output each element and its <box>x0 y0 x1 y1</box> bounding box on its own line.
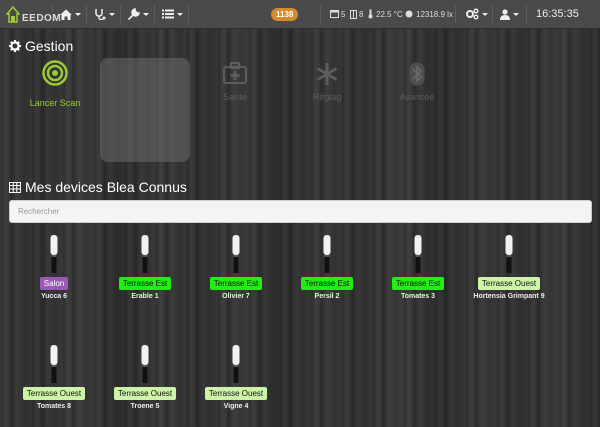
cogs-icon <box>466 8 479 20</box>
light-readout: 12318.9 lx <box>405 0 453 28</box>
flower-sensor-icon <box>232 235 240 273</box>
health-label: Santé <box>223 92 247 102</box>
logo-text: EEDOM <box>22 12 62 24</box>
stethoscope-icon <box>95 9 106 20</box>
flower-sensor-icon <box>323 235 331 273</box>
room-tag: Terrasse Est <box>300 277 354 290</box>
medkit-icon <box>223 62 247 84</box>
device-card[interactable]: Terrasse Ouest Hortensia Grimpant 9 <box>464 235 554 300</box>
device-name: Tomates 3 <box>400 293 436 300</box>
navbar: EEDOM 1138 5 8 22.5 °C 12318.9 lx 16:35:… <box>0 0 600 29</box>
device-name: Hortensia Grimpant 9 <box>473 293 545 300</box>
tools-menu[interactable] <box>128 0 149 28</box>
health-button[interactable]: Santé <box>210 62 260 102</box>
settings-menu[interactable] <box>465 0 488 28</box>
devices-title: Mes devices Blea Connus <box>9 179 187 195</box>
plugins-menu[interactable] <box>162 0 183 28</box>
clock: 16:35:35 <box>536 8 579 20</box>
flower-sensor-icon <box>50 345 58 383</box>
thermometer-icon <box>368 9 373 19</box>
flower-sensor-icon <box>414 235 422 273</box>
config-label: Réglag <box>312 92 342 102</box>
scan-label: Lancer Scan <box>29 98 81 108</box>
user-menu[interactable] <box>500 0 519 28</box>
device-name: Olivier 7 <box>222 293 250 300</box>
device-name: Yucca 6 <box>40 293 68 300</box>
search-input[interactable] <box>9 200 592 223</box>
room-tag: Salon <box>39 277 69 290</box>
room-tag: Terrasse Est <box>391 277 445 290</box>
window-icon <box>330 10 339 18</box>
device-card[interactable]: Salon Yucca 6 <box>9 235 99 300</box>
device-card[interactable]: Terrasse Est Olivier 7 <box>191 235 281 300</box>
door-icon <box>350 9 357 19</box>
device-card[interactable]: Terrasse Ouest Vigne 4 <box>191 345 281 410</box>
config-button[interactable]: Réglag <box>302 62 352 102</box>
room-tag: Terrasse Est <box>209 277 263 290</box>
bullseye-icon <box>42 60 68 86</box>
empty-card <box>100 58 190 162</box>
temperature-readout: 22.5 °C <box>368 0 403 28</box>
gear-icon <box>9 40 21 52</box>
flower-sensor-icon <box>505 235 513 273</box>
device-card[interactable]: Terrasse Est Persil 2 <box>282 235 372 300</box>
device-card[interactable]: Terrasse Est Tomates 3 <box>373 235 463 300</box>
home-menu[interactable] <box>60 0 81 28</box>
room-tag: Terrasse Ouest <box>477 277 541 290</box>
device-card[interactable]: Terrasse Ouest Tomates 8 <box>9 345 99 410</box>
flower-sensor-icon <box>141 345 149 383</box>
asterisk-icon <box>316 63 338 85</box>
gestion-title: Gestion <box>9 38 73 54</box>
table-icon <box>9 181 21 193</box>
house-logo-icon <box>6 5 20 23</box>
message-count-badge[interactable]: 1138 <box>271 8 299 21</box>
bluetooth-icon <box>409 62 425 86</box>
device-card[interactable]: Terrasse Ouest Troene 5 <box>100 345 190 410</box>
device-card[interactable]: Terrasse Est Erable 1 <box>100 235 190 300</box>
analysis-menu[interactable] <box>94 0 115 28</box>
user-icon <box>500 8 510 20</box>
room-tag: Terrasse Est <box>118 277 172 290</box>
widget-stat-b: 8 <box>350 0 363 28</box>
sun-icon <box>405 10 413 18</box>
room-tag: Terrasse Ouest <box>22 387 86 400</box>
flower-sensor-icon <box>232 345 240 383</box>
home-icon <box>60 9 72 20</box>
advanced-label: Avancée <box>399 92 435 102</box>
device-name: Vigne 4 <box>223 403 249 410</box>
room-tag: Terrasse Ouest <box>204 387 268 400</box>
flower-sensor-icon <box>141 235 149 273</box>
scan-button[interactable]: Lancer Scan <box>20 60 90 108</box>
room-tag: Terrasse Ouest <box>113 387 177 400</box>
wrench-icon <box>128 8 140 20</box>
device-name: Erable 1 <box>131 293 159 300</box>
list-icon <box>162 9 174 19</box>
advanced-button[interactable]: Avancée <box>392 62 442 102</box>
widget-stat-a: 5 <box>330 0 345 28</box>
device-name: Tomates 8 <box>36 403 72 410</box>
device-name: Troene 5 <box>130 403 160 410</box>
flower-sensor-icon <box>50 235 58 273</box>
device-name: Persil 2 <box>314 293 340 300</box>
